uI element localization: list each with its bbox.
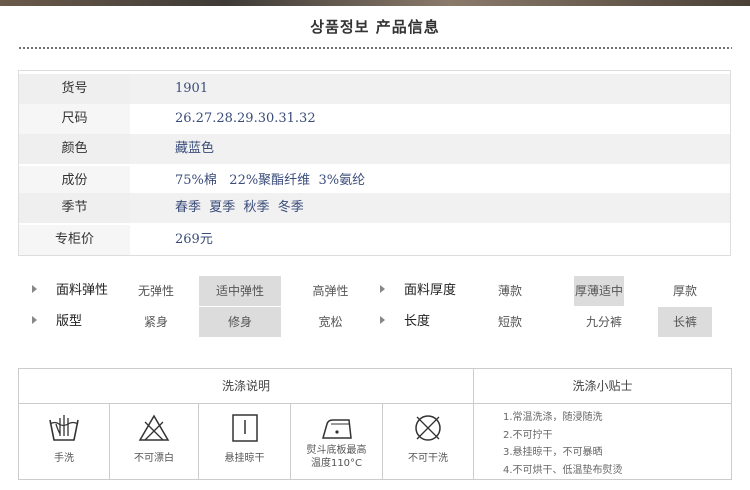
wash-symbol-no-dry-clean: 不可干洗 — [383, 404, 474, 479]
info-row-item-number: 货号 1901 — [19, 74, 730, 104]
wash-label: 不可漂白 — [134, 453, 174, 464]
washing-tip: 1.常温洗涤，随浸随洗 — [503, 412, 603, 423]
info-row-color: 颜色 藏蓝色 — [19, 134, 730, 164]
info-label: 尺码 — [19, 104, 130, 134]
top-banner-strip — [0, 0, 750, 6]
wash-label: 熨斗底板最高 — [306, 445, 367, 456]
attribute-row-shape: 版型 紧身 修身 宽松 长度 短款 九分裤 长裤 — [18, 307, 732, 337]
washing-instructions-box: 洗涤说明 洗涤小贴士 手洗 不可漂白 悬挂晾干 熨斗底板最高 温度110°C 不… — [18, 368, 732, 480]
wash-label-line2: 温度110°C — [310, 458, 363, 469]
thickness-option: 薄款 — [497, 284, 522, 298]
no-dry-clean-icon — [415, 415, 441, 441]
length-option: 短款 — [497, 315, 522, 329]
info-value: 75%棉 22%聚酯纤维 3%氨纶 — [175, 173, 366, 188]
info-row-size: 尺码 26.27.28.29.30.31.32 — [19, 104, 730, 134]
section-title: 상품정보 产品信息 — [310, 18, 440, 36]
thickness-option: 厚款 — [672, 284, 697, 298]
length-option-selected: 长裤 — [658, 307, 712, 337]
wash-symbol-iron: 熨斗底板最高 温度110°C — [291, 404, 383, 479]
thickness-option-selected: 厚薄适中 — [574, 276, 624, 306]
wash-symbol-hang-dry: 悬挂晾干 — [199, 404, 291, 479]
info-value: 269元 — [175, 232, 213, 247]
info-row-price: 专柜价 269元 — [19, 225, 730, 255]
info-row-composition: 成份 75%棉 22%聚酯纤维 3%氨纶 — [19, 166, 730, 196]
arrow-right-icon — [380, 285, 385, 293]
hand-wash-icon — [49, 415, 79, 441]
dotted-divider — [18, 46, 732, 50]
wash-label: 悬挂晾干 — [224, 453, 265, 464]
info-value: 26.27.28.29.30.31.32 — [175, 111, 316, 126]
elasticity-option-selected: 适中弹性 — [199, 276, 281, 306]
iron-icon — [321, 419, 352, 439]
fit-option: 紧身 — [143, 315, 168, 329]
elasticity-title: 面料弹性 — [56, 283, 109, 298]
washing-tips-list: 1.常温洗涤，随浸随洗 2.不可拧干 3.悬挂晾干，不可暴晒 4.不可烘干、低温… — [503, 409, 723, 479]
elasticity-option: 高弹性 — [312, 284, 349, 298]
attribute-row-fabric: 面料弹性 无弹性 适中弹性 高弹性 面料厚度 薄款 厚薄适中 厚款 — [18, 276, 732, 306]
arrow-right-icon — [32, 316, 37, 324]
wash-label: 手洗 — [54, 453, 74, 464]
arrow-right-icon — [32, 285, 37, 293]
washing-tip: 4.不可烘干、低温垫布熨烫 — [503, 464, 623, 476]
info-label: 颜色 — [19, 134, 130, 164]
fit-option: 宽松 — [318, 315, 343, 329]
info-row-season: 季节 春季 夏季 秋季 冬季 — [19, 193, 730, 223]
wash-label: 不可干洗 — [408, 453, 448, 464]
length-option: 九分裤 — [585, 315, 622, 329]
info-label: 季节 — [19, 193, 130, 223]
washing-tips-heading: 洗涤小贴士 — [474, 369, 731, 404]
length-title: 长度 — [404, 314, 431, 329]
info-value: 藏蓝色 — [175, 141, 215, 156]
info-label: 货号 — [19, 74, 130, 104]
arrow-right-icon — [380, 316, 385, 324]
elasticity-option: 无弹性 — [137, 284, 174, 298]
fit-title: 版型 — [56, 314, 83, 329]
thickness-title: 面料厚度 — [404, 283, 457, 298]
wash-symbol-hand-wash: 手洗 — [19, 404, 110, 479]
no-bleach-icon — [138, 414, 170, 441]
info-value: 春季 夏季 秋季 冬季 — [175, 200, 304, 215]
info-label: 成份 — [19, 166, 130, 196]
product-info-table: 货号 1901 尺码 26.27.28.29.30.31.32 颜色 藏蓝色 成… — [18, 70, 731, 256]
wash-symbol-no-bleach: 不可漂白 — [110, 404, 199, 479]
info-value: 1901 — [175, 81, 209, 96]
hang-dry-icon — [231, 414, 258, 442]
washing-tip: 3.悬挂晾干，不可暴晒 — [503, 447, 603, 458]
washing-heading: 洗涤说明 — [19, 369, 474, 404]
fit-option-selected: 修身 — [199, 307, 281, 337]
info-label: 专柜价 — [19, 225, 130, 255]
washing-tip: 2.不可拧干 — [503, 429, 553, 441]
